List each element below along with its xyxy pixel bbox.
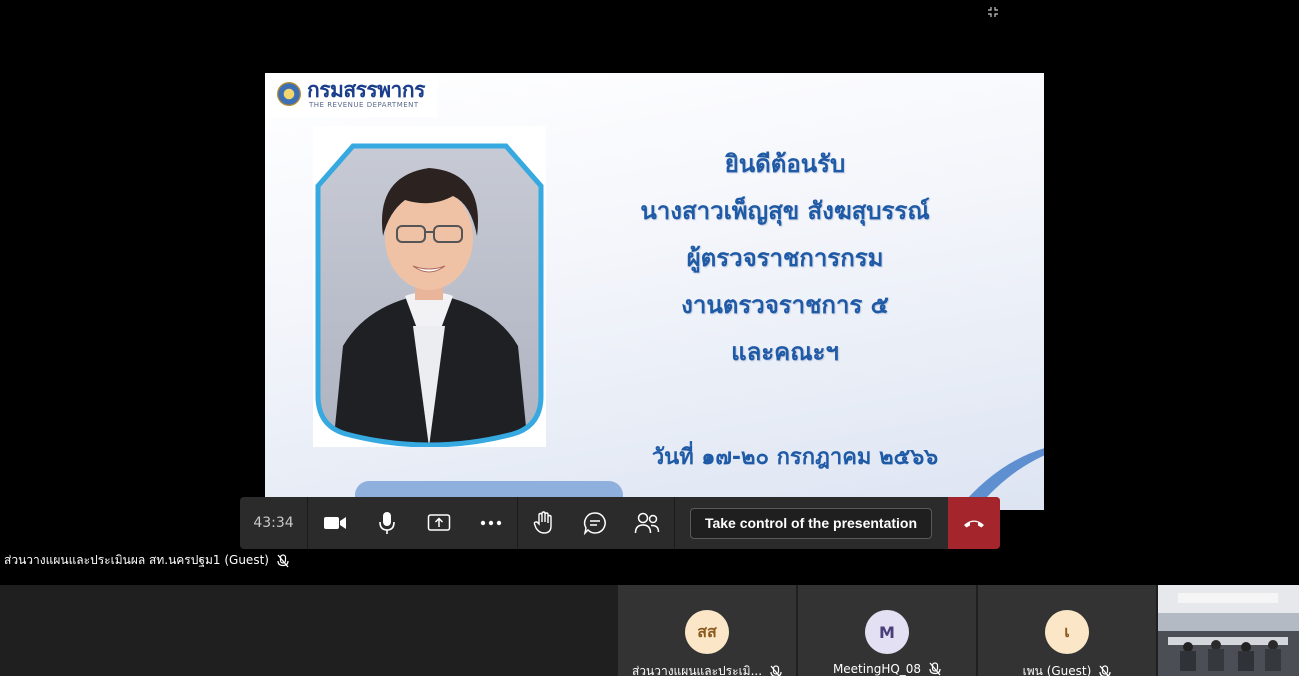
share-screen-svg	[427, 514, 451, 531]
mic-muted-icon	[929, 662, 941, 676]
more-options-icon[interactable]	[475, 507, 507, 539]
participants-svg	[634, 512, 660, 534]
participant-video-feed[interactable]	[1158, 585, 1299, 676]
inspection-unit-line: งานตรวจราชการ ๕	[681, 291, 889, 319]
welcome-text-block: ยินดีต้อนรับ นางสาวเพ็ญสุข สังฆสุบรรณ์ ผ…	[585, 141, 985, 376]
video-camera-icon[interactable]	[319, 507, 351, 539]
participant-avatar: เ	[1045, 610, 1089, 654]
presenter-label: ส่วนวางแผนและประเมินผล สท.นครปฐม1 (Guest…	[4, 551, 289, 570]
mic-muted-icon	[770, 664, 782, 676]
hang-up-svg	[964, 520, 984, 528]
presenter-name: ส่วนวางแผนและประเมินผล สท.นครปฐม1 (Guest…	[4, 553, 269, 567]
participant-avatar: M	[865, 610, 909, 654]
share-screen-icon[interactable]	[423, 507, 455, 539]
meeting-control-bar: 43:34 Take control of the presentation	[240, 497, 1000, 549]
participant-name-row: ส่วนวางแผนและประเมิ...	[618, 662, 796, 676]
microphone-svg	[379, 512, 395, 534]
raise-hand-svg	[533, 511, 552, 534]
microphone-icon[interactable]	[371, 507, 403, 539]
mic-muted-icon	[1099, 664, 1111, 676]
participants-icon[interactable]	[631, 507, 663, 539]
chat-icon[interactable]	[579, 507, 611, 539]
visit-date: วันที่ ๑๗-๒๐ กรกฎาคม ๒๕๖๖	[651, 445, 939, 470]
control-separator	[674, 497, 675, 549]
portrait-illustration	[315, 143, 544, 447]
participant-tile[interactable]: สส ส่วนวางแผนและประเมิ...	[618, 585, 796, 676]
raise-hand-icon[interactable]	[527, 507, 559, 539]
participant-name: เพน (Guest)	[1022, 664, 1092, 676]
participant-initials: เ	[1064, 621, 1070, 641]
logo-english-text: THE REVENUE DEPARTMENT	[309, 101, 419, 109]
revenue-seal-icon	[277, 82, 301, 106]
participant-name-row: MeetingHQ_08	[798, 662, 976, 676]
meeting-timer: 43:34	[240, 497, 308, 549]
welcome-line: ยินดีต้อนรับ	[724, 150, 846, 178]
participant-name: ส่วนวางแผนและประเมิ...	[631, 664, 763, 676]
chat-svg	[583, 512, 606, 535]
video-camera-svg	[324, 517, 346, 529]
participant-name: MeetingHQ_08	[832, 662, 922, 676]
hang-up-icon[interactable]	[948, 497, 1000, 549]
shared-presentation-slide: กรมสรรพากร THE REVENUE DEPARTMENT ยินดีต…	[265, 73, 1044, 510]
participant-initials: สส	[697, 621, 717, 641]
take-control-button[interactable]: Take control of the presentation	[690, 508, 932, 539]
control-separator	[517, 497, 518, 549]
participant-tile[interactable]: M MeetingHQ_08	[798, 585, 976, 676]
portrait-photo-frame	[313, 126, 546, 447]
portrait-photo	[313, 126, 546, 447]
mic-muted-icon	[277, 553, 289, 567]
guest-name-line: นางสาวเพ็ญสุข สังฆสุบรรณ์	[640, 197, 930, 225]
guest-title-line: ผู้ตรวจราชการกรม	[686, 244, 884, 272]
participant-tile[interactable]: เ เพน (Guest)	[978, 585, 1156, 676]
participant-initials: M	[879, 622, 895, 642]
revenue-department-logo: กรมสรรพากร THE REVENUE DEPARTMENT	[265, 73, 437, 117]
logo-thai-text: กรมสรรพากร	[307, 78, 425, 102]
and-team-line: และคณะฯ	[731, 338, 839, 366]
collapse-arrows-svg	[988, 7, 998, 17]
participant-avatar: สส	[685, 610, 729, 654]
teams-meeting-stage: กรมสรรพากร THE REVENUE DEPARTMENT ยินดีต…	[0, 0, 1299, 676]
participant-name-row: เพน (Guest)	[978, 662, 1156, 676]
more-options-svg	[480, 520, 502, 526]
meeting-room-video-frame	[1158, 585, 1299, 676]
collapse-icon[interactable]	[986, 6, 1000, 20]
